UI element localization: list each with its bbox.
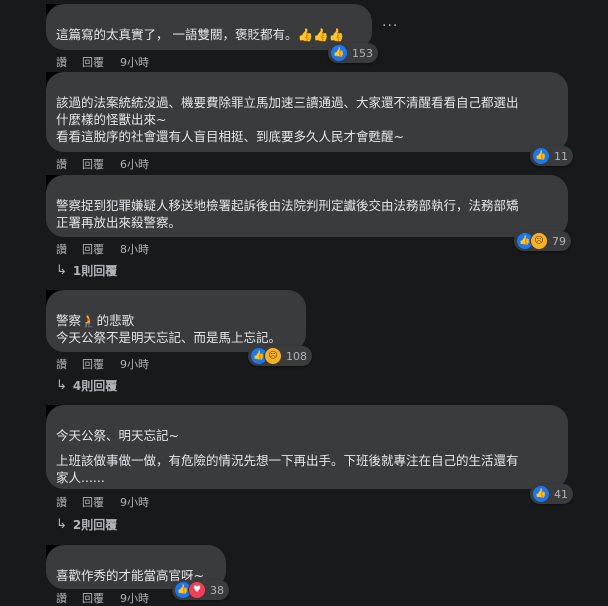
comment-text-line: 今天公祭不是明天忘記、而是馬上忘記。 [56, 330, 282, 345]
heart-icon: ♥ [188, 581, 206, 599]
reply-arrow-icon: ↳ [56, 517, 67, 532]
comment-text-line: 該過的法案統統沒過、機要費除罪立馬加速三讀通過、大家還不清醒看看自己都選出 [56, 95, 519, 110]
like-link[interactable]: 讚 [56, 590, 82, 606]
reply-arrow-icon: ↳ [56, 263, 67, 278]
comment-text-line: 家人...... [56, 470, 105, 485]
thumbs-up-icon: 👍 [532, 485, 550, 503]
comment-bubble: 警察捉到犯罪嫌疑人移送地檢署起訴後由法院判刑定讞後交由法務部執行，法務部矯 正署… [46, 175, 568, 237]
comment-timestamp[interactable]: 8小時 [120, 241, 149, 257]
reaction-count: 153 [352, 46, 373, 60]
replies-count: 2則回覆 [72, 518, 118, 532]
reaction-summary[interactable]: 👍 11 [530, 146, 573, 166]
like-link[interactable]: 讚 [56, 156, 82, 172]
reaction-count: 11 [554, 149, 568, 163]
reply-link[interactable]: 回覆 [82, 494, 120, 510]
reply-link[interactable]: 回覆 [82, 54, 120, 70]
view-replies-link[interactable]: ↳ 2則回覆 [56, 516, 117, 533]
sad-face-icon: ☹ [530, 232, 548, 250]
reaction-count: 38 [210, 583, 224, 597]
comment-text-line: 警察🧎的悲歌 [56, 313, 135, 328]
like-link[interactable]: 讚 [56, 54, 82, 70]
comment-text-line: 今天公祭、明天忘記~ [56, 428, 179, 443]
comment-text-line: 什麼樣的怪獸出來~ [56, 112, 167, 127]
like-link[interactable]: 讚 [56, 494, 82, 510]
comment-bubble: 今天公祭、明天忘記~ 上班該做事做一做，有危險的情況先想一下再出手。下班後就專注… [46, 405, 568, 489]
sad-face-icon: ☹ [264, 347, 282, 365]
reaction-summary[interactable]: 👍 41 [530, 484, 573, 504]
comment-timestamp[interactable]: 6小時 [120, 156, 149, 172]
comment-bubble: 這篇寫的太真實了， 一語雙關，褒貶都有。👍👍👍 [46, 4, 372, 50]
reply-link[interactable]: 回覆 [82, 156, 120, 172]
reply-link[interactable]: 回覆 [82, 241, 120, 257]
reaction-summary[interactable]: 👍 ☹ 79 [514, 231, 571, 251]
view-replies-link[interactable]: ↳ 1則回覆 [56, 262, 117, 279]
reaction-summary[interactable]: 👍 ♥ 38 [172, 580, 229, 600]
comment-timestamp[interactable]: 9小時 [120, 590, 149, 606]
comment-actions: 讚 回覆 9小時 [56, 590, 149, 606]
comment-text-line: 警察捉到犯罪嫌疑人移送地檢署起訴後由法院判刑定讞後交由法務部執行，法務部矯 [56, 198, 519, 213]
reply-link[interactable]: 回覆 [82, 590, 120, 606]
comment-text-line: 看看這脫序的社會還有人盲目相挺、到底要多久人民才會甦醒~ [56, 129, 404, 144]
comment-timestamp[interactable]: 9小時 [120, 54, 149, 70]
comment-text-line: 這篇寫的太真實了， 一語雙關，褒貶都有。👍👍👍 [56, 27, 345, 42]
comment-timestamp[interactable]: 9小時 [120, 494, 149, 510]
reaction-summary[interactable]: 👍 ☹ 108 [248, 346, 312, 366]
comment-actions: 讚 回覆 9小時 [56, 494, 149, 510]
comment-text-line [56, 444, 556, 452]
comment-actions: 讚 回覆 9小時 [56, 356, 149, 372]
comment-bubble: 警察🧎的悲歌 今天公祭不是明天忘記、而是馬上忘記。 [46, 290, 306, 352]
comment-text-line: 上班該做事做一做，有危險的情況先想一下再出手。下班後就專注在自己的生活還有 [56, 453, 519, 468]
reply-arrow-icon: ↳ [56, 378, 67, 393]
more-options-icon[interactable]: ··· [382, 18, 398, 34]
replies-count: 1則回覆 [72, 264, 118, 278]
reaction-summary[interactable]: 👍 153 [328, 43, 378, 63]
like-link[interactable]: 讚 [56, 356, 82, 372]
thumbs-up-icon: 👍 [330, 44, 348, 62]
comment-text-line: 正署再放出來殺警察。 [56, 215, 182, 230]
reaction-count: 79 [552, 234, 566, 248]
like-link[interactable]: 讚 [56, 241, 82, 257]
replies-count: 4則回覆 [72, 379, 118, 393]
comment-actions: 讚 回覆 6小時 [56, 156, 149, 172]
comment-timestamp[interactable]: 9小時 [120, 356, 149, 372]
reaction-count: 108 [286, 349, 307, 363]
comment-bubble: 該過的法案統統沒過、機要費除罪立馬加速三讀通過、大家還不清醒看看自己都選出 什麼… [46, 72, 568, 152]
thumbs-up-icon: 👍 [532, 147, 550, 165]
view-replies-link[interactable]: ↳ 4則回覆 [56, 377, 117, 394]
comment-actions: 讚 回覆 9小時 [56, 54, 149, 70]
reaction-count: 41 [554, 487, 568, 501]
reply-link[interactable]: 回覆 [82, 356, 120, 372]
comment-actions: 讚 回覆 8小時 [56, 241, 149, 257]
